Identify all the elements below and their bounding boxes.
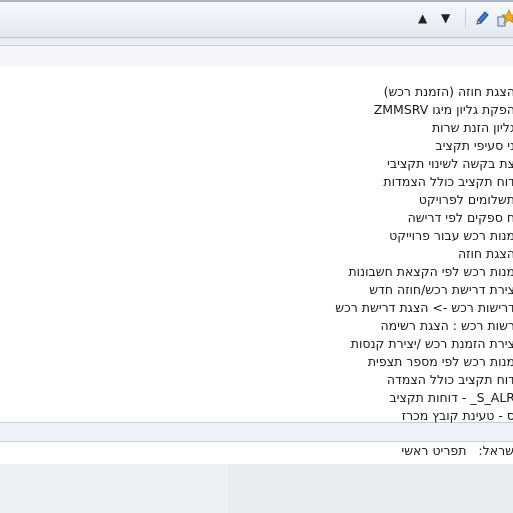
status-bar: שראל: תפריט ראשי bbox=[0, 442, 513, 464]
menu-tree: הצגת חוזה (הזמנת רכש) הפקת גליון מיגו ZM… bbox=[335, 83, 513, 425]
favorites-star-icon[interactable] bbox=[497, 9, 513, 27]
menu-item[interactable]: גליון הזנת שרות bbox=[335, 119, 513, 137]
toolbar: ▲ ▼ bbox=[0, 0, 513, 38]
tree-header-strip bbox=[0, 45, 513, 67]
bottom-inner-pane bbox=[0, 464, 228, 513]
menu-item[interactable]: מנות רכש לפי הקצאת חשבונות bbox=[335, 263, 513, 281]
menu-item[interactable]: מנות רכש לפי מספר תצפית bbox=[335, 353, 513, 371]
menu-item[interactable]: תשלומים לפרויקט bbox=[335, 191, 513, 209]
status-label: שראל: bbox=[478, 443, 513, 458]
panel-footer-strip bbox=[0, 423, 513, 442]
menu-item[interactable]: צירת דרישת רכש/חוזה חדש bbox=[335, 281, 513, 299]
menu-item[interactable]: דוח תקציב כולל הצמדה bbox=[335, 371, 513, 389]
menu-tree-panel: הצגת חוזה (הזמנת רכש) הפקת גליון מיגו ZM… bbox=[0, 66, 513, 423]
edit-pencil-icon[interactable] bbox=[474, 9, 490, 27]
move-up-icon[interactable]: ▲ bbox=[418, 10, 427, 26]
menu-item[interactable]: צירת הזמנת רכש /יצירת קנסות bbox=[335, 335, 513, 353]
menu-item[interactable]: ני סעיפי תקציב bbox=[335, 137, 513, 155]
menu-item[interactable]: ח ספקים לפי דרישה bbox=[335, 209, 513, 227]
menu-item[interactable]: הצגת חוזה (הזמנת רכש) bbox=[335, 83, 513, 101]
toolbar-separator bbox=[465, 9, 466, 27]
menu-item[interactable]: דוח תקציב כולל הצמדות bbox=[335, 173, 513, 191]
status-value: תפריט ראשי bbox=[401, 443, 467, 458]
window-top-border bbox=[0, 0, 513, 2]
menu-item[interactable]: רשות רכש : הצגת רשימה bbox=[335, 317, 513, 335]
menu-item[interactable]: הצגת חוזה bbox=[335, 245, 513, 263]
move-down-icon[interactable]: ▼ bbox=[441, 10, 450, 26]
bottom-area bbox=[0, 464, 513, 513]
menu-item[interactable]: דרישות רכש -> הצגת דרישת רכש bbox=[335, 299, 513, 317]
menu-item[interactable]: הפקת גליון מיגו ZMMSRV bbox=[335, 101, 513, 119]
menu-item[interactable]: צת בקשה לשינוי תקציבי bbox=[335, 155, 513, 173]
menu-item[interactable]: S_ALR_ - דוחות תקציב bbox=[335, 389, 513, 407]
menu-item[interactable]: מנות רכש עבור פרוייקט bbox=[335, 227, 513, 245]
status-row: שראל: תפריט ראשי bbox=[393, 442, 513, 460]
